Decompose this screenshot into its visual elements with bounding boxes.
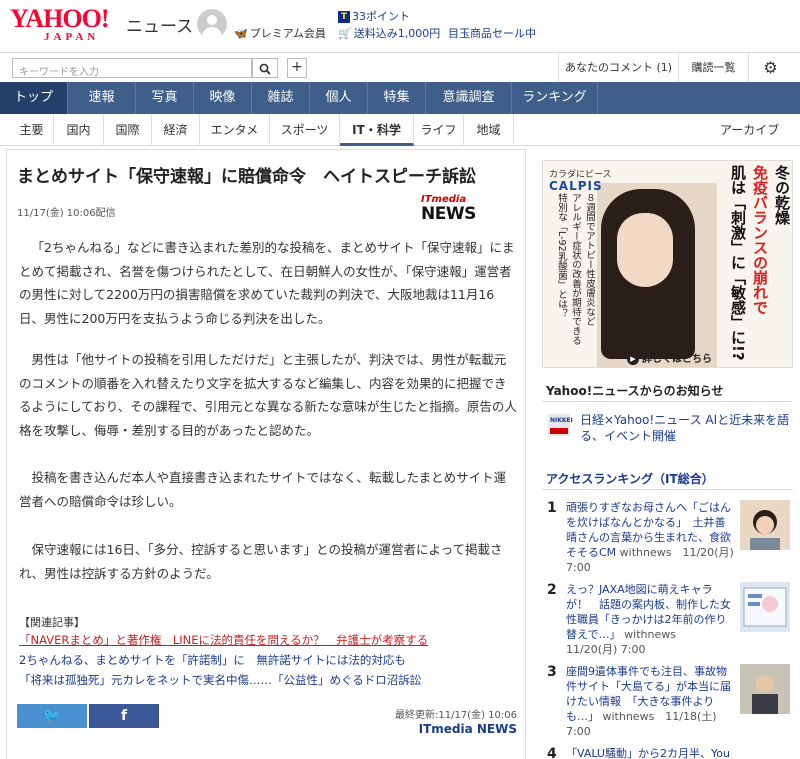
- archive-link[interactable]: アーカイブ: [720, 114, 779, 146]
- ranking-title[interactable]: 頑張りすぎなお母さんへ「ごはんを炊けばなんとかなる」 土井善晴さんの言葉から生ま…: [566, 500, 734, 575]
- nav-photo[interactable]: 写真: [136, 82, 194, 114]
- ad-headline: 肌は「刺激」に「敏感」に!?: [729, 165, 747, 361]
- ad-headline: 冬の乾燥: [773, 165, 791, 225]
- nav-survey[interactable]: 意識調査: [426, 82, 512, 114]
- ranking-number: 4: [547, 746, 557, 759]
- sidebar-ad[interactable]: カラダにピース CALPIS ８週間でアトピー性皮膚炎など アレルギー症状の改善…: [542, 160, 793, 368]
- play-icon: ▶: [627, 353, 639, 365]
- nikkei-icon: NIKKEI: [548, 414, 573, 436]
- related-heading: 【関連記事】: [19, 616, 85, 629]
- search-input[interactable]: キーワードを入力: [12, 58, 252, 78]
- ranking-item[interactable]: 3 座間9遺体事件でも注目、事故物件サイト「大島てる」が本当に届けたい情報 「大…: [542, 662, 793, 750]
- nav-individual[interactable]: 個人: [310, 82, 368, 114]
- notice-heading: Yahoo!ニュースからのお知らせ: [542, 378, 793, 402]
- shipping-link[interactable]: 🛒 送料込み1,000円: [338, 25, 440, 41]
- article-title: まとめサイト「保守速報」に賠償命令 ヘイトスピーチ訴訟: [17, 167, 476, 187]
- ranking-item[interactable]: 1 頑張りすぎなお母さんへ「ごはんを炊けばなんとかなる」 土井善晴さんの言葉から…: [542, 498, 793, 586]
- site-header: YAHOO! JAPAN ニュース 🦋 プレミアム会員 T 33ポイント 🛒 送料込み…: [0, 0, 800, 52]
- nav-video[interactable]: 映像: [194, 82, 252, 114]
- facebook-icon: f: [120, 708, 128, 724]
- user-avatar-icon[interactable]: [197, 9, 227, 39]
- article-paragraph: 「2ちゃんねる」などに書き込まれた差別的な投稿を、まとめサイト「保守速報」にまと…: [19, 240, 515, 326]
- ranking-thumbnail[interactable]: [740, 500, 790, 550]
- gear-icon[interactable]: ⚙: [748, 53, 792, 83]
- ranking-item[interactable]: 2 えっ？JAXA地図に萌えキャラが！ 話題の案内板、制作した女性職員「きっかけ…: [542, 580, 793, 668]
- ad-copy: ８週間でアトピー性皮膚炎など: [584, 193, 595, 326]
- subnav-world[interactable]: 国際: [104, 114, 152, 146]
- ranking-title[interactable]: 座間9遺体事件でも注目、事故物件サイト「大島てる」が本当に届けたい情報 「大きな…: [566, 664, 734, 739]
- facebook-share-button[interactable]: f: [89, 704, 159, 728]
- ranking-number: 1: [547, 500, 557, 516]
- article-paragraph: 男性は「他サイトの投稿を引用しただけだ」と主張したが、判決では、男性が転載元のコ…: [19, 352, 517, 438]
- search-bar: キーワードを入力 + あなたのコメント (1) 購読一覧 ⚙: [0, 52, 800, 83]
- subnav-domestic[interactable]: 国内: [54, 114, 104, 146]
- ad-more-link[interactable]: ▶ 詳しくはこちら: [627, 350, 712, 365]
- nav-magazine[interactable]: 雑誌: [252, 82, 310, 114]
- article-source-link[interactable]: ITmedia NEWS: [347, 722, 517, 736]
- yahoo-logo[interactable]: YAHOO! JAPAN: [10, 6, 120, 44]
- related-link[interactable]: 「NAVERまとめ」と著作権 LINEに法的責任を問えるか？ 弁護士が考察する: [19, 632, 428, 648]
- nav-top[interactable]: トップ: [0, 82, 68, 114]
- logo-main-text: YAHOO!: [10, 4, 110, 33]
- search-icon[interactable]: [252, 58, 278, 78]
- subnav-it-science[interactable]: IT・科学: [340, 114, 414, 146]
- ad-copy: アレルギー症状の改善が期待できる: [570, 193, 581, 345]
- related-link[interactable]: 2ちゃんねる、まとめサイトを「許諾制」に 無許諾サイトには法的対応も: [19, 652, 406, 668]
- notice-link[interactable]: 日経×Yahoo!ニュース AIと近未来を語る、イベント開催: [580, 412, 790, 444]
- subnav-economy[interactable]: 経済: [152, 114, 200, 146]
- sale-link[interactable]: 目玉商品セール中: [448, 25, 536, 41]
- ranking-item[interactable]: 4 「VALU騒動」から2カ月半、You: [542, 744, 793, 759]
- itmedia-news-logo[interactable]: ITmedia NEWS: [421, 194, 481, 228]
- add-icon[interactable]: +: [287, 58, 307, 78]
- ad-copy: 特別な「L-92乳酸菌」とは？: [556, 193, 567, 319]
- twitter-icon: 🐦: [43, 708, 61, 724]
- tpoint-icon: T: [338, 11, 350, 23]
- ranking-thumbnail[interactable]: [740, 582, 790, 632]
- ad-brand-logo: CALPIS: [549, 179, 603, 193]
- ranking-title[interactable]: 「VALU騒動」から2カ月半、You: [566, 746, 734, 759]
- subnav-local[interactable]: 地域: [464, 114, 514, 146]
- ranking-number: 2: [547, 582, 557, 598]
- ad-photo-face: [617, 213, 673, 287]
- nav-feature[interactable]: 特集: [368, 82, 426, 114]
- nav-breaking[interactable]: 速報: [68, 82, 136, 114]
- subnav-life[interactable]: ライフ: [414, 114, 464, 146]
- last-updated: 最終更新:11/17(金) 10:06: [395, 710, 517, 721]
- ranking-heading: アクセスランキング（IT総合）: [542, 468, 793, 490]
- points-link[interactable]: T 33ポイント: [338, 8, 410, 24]
- article-paragraph: 保守速報には16日、「多分、控訴すると思います」との投稿が運営者によって掲載され…: [19, 542, 503, 581]
- subnav-main[interactable]: 主要: [10, 114, 54, 146]
- main-nav: トップ 速報 写真 映像 雑誌 個人 特集 意識調査 ランキング: [0, 82, 800, 114]
- nav-ranking[interactable]: ランキング: [512, 82, 598, 114]
- article-date: 11/17(金) 10:06配信: [17, 208, 116, 219]
- category-nav: 主要 国内 国際 経済 エンタメ スポーツ IT・科学 ライフ 地域 アーカイブ: [0, 114, 800, 146]
- butterfly-icon: 🦋: [234, 27, 248, 40]
- ad-headline: 免疫バランスの崩れで: [751, 165, 769, 315]
- subnav-sports[interactable]: スポーツ: [270, 114, 340, 146]
- cart-icon: 🛒: [338, 27, 352, 40]
- ranking-thumbnail[interactable]: [740, 664, 790, 714]
- news-service-label[interactable]: ニュース: [126, 12, 193, 37]
- subscriptions-link[interactable]: 購読一覧: [678, 53, 748, 83]
- my-comments-link[interactable]: あなたのコメント (1): [558, 53, 678, 83]
- twitter-share-button[interactable]: 🐦: [17, 704, 87, 728]
- logo-sub-text: JAPAN: [44, 31, 100, 43]
- related-link[interactable]: 「将来は孤独死」元カレをネットで実名中傷……「公益性」めぐるドロ沼訴訟: [19, 672, 421, 688]
- premium-link[interactable]: 🦋 プレミアム会員: [234, 25, 326, 41]
- ranking-number: 3: [547, 664, 557, 680]
- article: まとめサイト「保守速報」に賠償命令 ヘイトスピーチ訴訟 11/17(金) 10:…: [6, 149, 526, 759]
- ranking-title[interactable]: えっ？JAXA地図に萌えキャラが！ 話題の案内板、制作した女性職員「きっかけは2…: [566, 582, 734, 657]
- article-paragraph: 投稿を書き込んだ本人や直接書き込まれたサイトではなく、転載したまとめサイト運営者…: [19, 470, 507, 509]
- subnav-entertainment[interactable]: エンタメ: [200, 114, 270, 146]
